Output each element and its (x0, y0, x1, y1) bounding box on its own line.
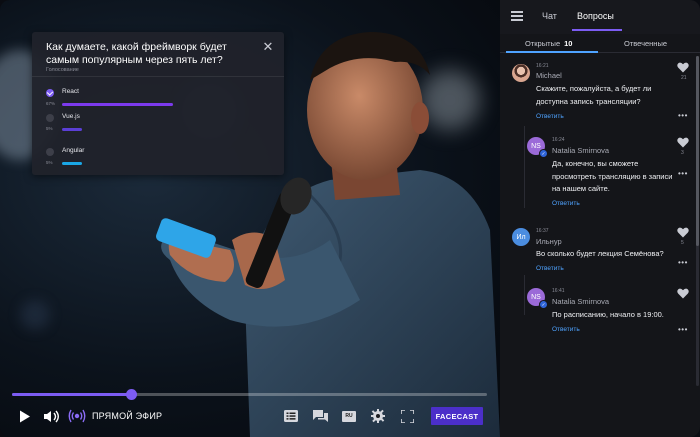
message-author: Natalia Smirnova (552, 146, 610, 155)
active-subtab-indicator (506, 51, 598, 53)
poll-option-percent: 5% (46, 126, 53, 131)
volume-button[interactable] (42, 405, 62, 427)
video-player[interactable]: Как думаете, какой фреймворк будет самым… (0, 0, 500, 437)
play-icon (20, 410, 30, 422)
poll-result-bar (62, 103, 174, 106)
poll-option-label: React (62, 88, 79, 95)
tab-answered-questions[interactable]: Отвеченные (624, 39, 667, 48)
live-indicator (67, 405, 87, 427)
tab-chat[interactable]: Чат (542, 11, 557, 21)
more-options-icon[interactable]: ••• (678, 258, 688, 267)
message-text: По расписанию, начало в 19:00. (552, 309, 664, 322)
radio-icon[interactable] (46, 114, 54, 122)
scrollbar-thumb[interactable] (696, 56, 699, 246)
poll-option-percent: 67% (46, 101, 56, 106)
seek-handle[interactable] (125, 389, 137, 400)
verified-badge-icon: ✓ (539, 300, 548, 309)
active-tab-indicator (572, 29, 622, 31)
more-options-icon[interactable]: ••• (678, 325, 688, 334)
poll-option-percent: 5% (46, 160, 53, 165)
poll-card: Как думаете, какой фреймворк будет самым… (32, 32, 284, 175)
like-heart-icon[interactable] (677, 62, 689, 73)
message-time: 16:41 (552, 288, 565, 294)
like-count: 21 (681, 75, 687, 81)
settings-button[interactable] (370, 405, 386, 427)
volume-icon (44, 410, 59, 422)
sidebar-header: Чат Вопросы (500, 0, 700, 34)
like-count: 3 (681, 150, 684, 156)
like-heart-icon[interactable] (677, 227, 689, 238)
playlist-button[interactable] (283, 405, 299, 427)
facecast-button[interactable]: FACECAST (431, 407, 483, 425)
poll-result-bar (62, 162, 82, 165)
close-icon[interactable]: ✕ (261, 40, 275, 54)
message-line: доступна запись трансляции? (536, 96, 641, 106)
message-time: 16:37 (536, 228, 549, 234)
poll-subtitle: Голосование (46, 67, 79, 73)
play-button[interactable] (16, 405, 34, 427)
fullscreen-icon (400, 409, 414, 423)
reply-link[interactable]: Ответить (552, 200, 580, 207)
poll-option-label: Angular (62, 147, 85, 154)
message-line: просмотреть трансляцию в записи (552, 171, 673, 181)
poll-question: Как думаете, какой фреймворк будет самым… (46, 41, 227, 66)
message-line: Во сколько будет лекция Семёнова? (536, 249, 664, 258)
verified-badge-icon: ✓ (539, 149, 548, 158)
avatar (512, 64, 530, 82)
sidebar: Чат Вопросы Открытые 10 Отвеченные 16:21 … (500, 0, 700, 437)
live-broadcast-icon (68, 409, 86, 423)
reply-link[interactable]: Ответить (536, 265, 564, 272)
message-author: Natalia Smirnova (552, 297, 610, 306)
playlist-icon (284, 410, 298, 422)
message-line: Скажите, пожалуйста, а будет ли (536, 84, 652, 93)
like-heart-icon[interactable] (677, 137, 689, 148)
message-time: 16:21 (536, 63, 549, 69)
chat-toggle-button[interactable] (312, 405, 328, 427)
tab-open-count: 10 (564, 39, 573, 48)
poll-result-bar (62, 128, 82, 131)
thread-connector (524, 126, 525, 208)
chat-icon (312, 409, 328, 422)
message-text: Скажите, пожалуйста, а будет ли доступна… (536, 83, 651, 108)
divider (32, 76, 284, 77)
app-frame: Как думаете, какой фреймворк будет самым… (0, 0, 700, 437)
radio-icon[interactable] (46, 148, 54, 156)
message-author: Michael (536, 71, 562, 80)
settings-icon (371, 409, 385, 423)
message-text: Да, конечно, вы сможете просмотреть тран… (552, 158, 672, 196)
like-count: 5 (681, 240, 684, 246)
language-icon: RU (342, 410, 356, 422)
live-label: ПРЯМОЙ ЭФИР (92, 411, 163, 421)
language-button[interactable]: RU (341, 405, 357, 427)
message-line: на нашем сайте. (552, 184, 610, 193)
message-text: Во сколько будет лекция Семёнова? (536, 248, 664, 261)
seek-progress (12, 393, 131, 396)
fullscreen-button[interactable] (399, 405, 415, 427)
poll-option-label: Vue.js (62, 113, 80, 120)
more-options-icon[interactable]: ••• (678, 111, 688, 120)
thread-connector (524, 275, 525, 315)
more-options-icon[interactable]: ••• (678, 169, 688, 178)
avatar: Ил (512, 228, 530, 246)
message-line: По расписанию, начало в 19:00. (552, 310, 664, 319)
radio-checked-icon[interactable] (46, 89, 54, 97)
reply-link[interactable]: Ответить (536, 113, 564, 120)
tab-open-questions[interactable]: Открытые 10 (525, 39, 572, 48)
menu-icon[interactable] (511, 11, 523, 21)
seek-bar[interactable] (12, 389, 487, 400)
tab-open-label: Открытые (525, 39, 561, 48)
tab-questions[interactable]: Вопросы (577, 11, 614, 21)
message-author: Ильнур (536, 237, 562, 246)
message-time: 16:24 (552, 137, 565, 143)
reply-link[interactable]: Ответить (552, 326, 580, 333)
like-heart-icon[interactable] (677, 288, 689, 299)
message-line: Да, конечно, вы сможете (552, 159, 639, 168)
